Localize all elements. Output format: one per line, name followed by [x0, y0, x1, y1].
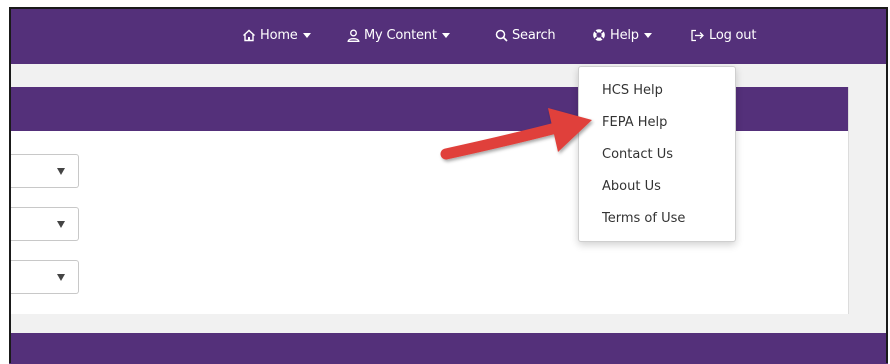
help-dropdown-menu: HCS Help FEPA Help Contact Us About Us T…	[578, 66, 736, 242]
menu-item-fepa-help[interactable]: FEPA Help	[602, 115, 667, 130]
select-dropdown-1[interactable]	[9, 154, 79, 188]
caret-down-icon	[57, 274, 65, 281]
nav-home[interactable]: Home	[242, 25, 311, 45]
menu-item-about-us[interactable]: About Us	[602, 179, 661, 194]
screenshot-frame: Home My Content Search Help Log out HCS …	[0, 0, 890, 364]
menu-item-contact-us[interactable]: Contact Us	[602, 147, 673, 162]
nav-help[interactable]: Help	[592, 25, 652, 45]
menu-item-terms-of-use[interactable]: Terms of Use	[602, 211, 685, 226]
chevron-down-icon	[302, 33, 311, 38]
nav-search[interactable]: Search	[495, 25, 556, 45]
nav-home-label: Home	[260, 27, 298, 43]
user-icon	[347, 29, 360, 42]
nav-my-content[interactable]: My Content	[347, 25, 450, 45]
nav-search-label: Search	[512, 27, 556, 43]
search-icon	[495, 29, 508, 42]
select-dropdown-3[interactable]	[9, 260, 79, 294]
select-dropdown-2[interactable]	[9, 207, 79, 241]
footer-bar	[9, 333, 888, 364]
home-icon	[242, 29, 256, 42]
lifebuoy-icon	[592, 28, 606, 42]
menu-item-hcs-help[interactable]: HCS Help	[602, 83, 663, 98]
nav-my-content-label: My Content	[364, 27, 437, 43]
nav-logout-label: Log out	[709, 27, 757, 43]
caret-down-icon	[57, 221, 65, 228]
logout-icon	[690, 29, 705, 42]
chevron-down-icon	[643, 33, 652, 38]
nav-help-label: Help	[610, 27, 639, 43]
red-arrow-icon	[440, 108, 592, 160]
caret-down-icon	[57, 168, 65, 175]
nav-logout[interactable]: Log out	[690, 25, 756, 45]
top-navbar: Home My Content Search Help Log out	[9, 7, 888, 64]
top-strip	[0, 0, 890, 7]
chevron-down-icon	[441, 33, 450, 38]
